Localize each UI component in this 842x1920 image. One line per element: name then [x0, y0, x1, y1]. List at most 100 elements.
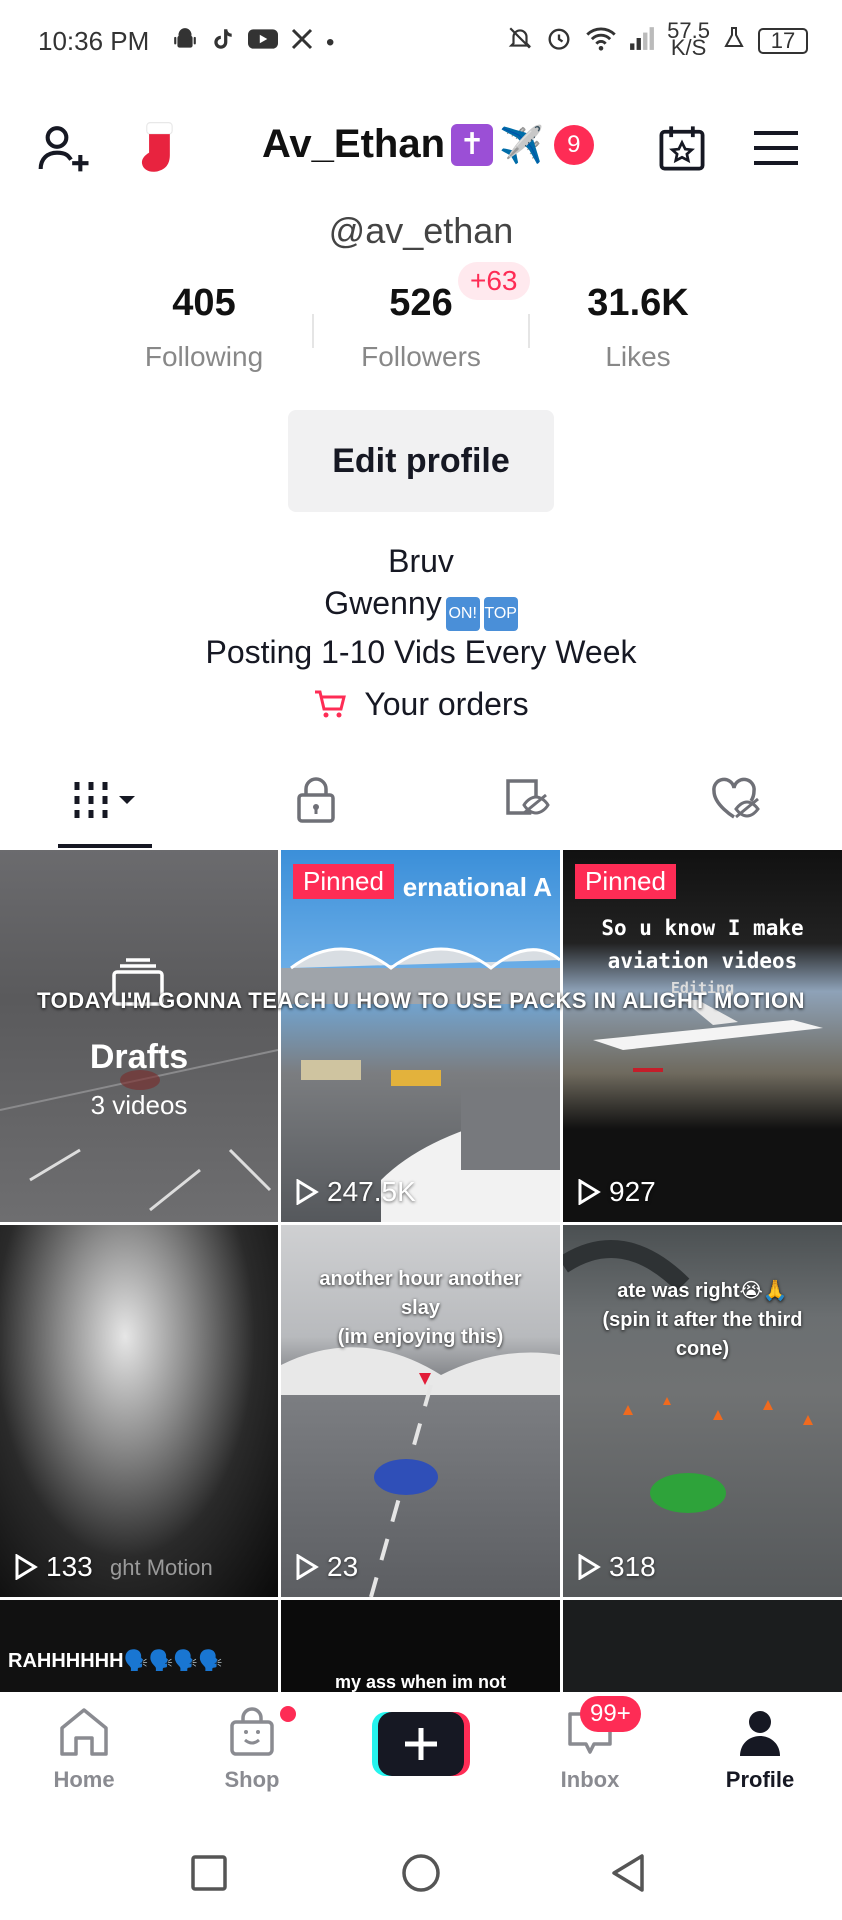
bio-line-2-text: Gwenny — [324, 585, 442, 621]
title-row: Av_Ethan ✝ ✈️ 9 — [262, 122, 594, 167]
profile-stats: 405 Following 526 Followers 31.6K Likes — [0, 282, 842, 392]
play-icon — [578, 1179, 601, 1205]
top-arrow-emoji: TOP — [483, 597, 518, 631]
video-tile-8[interactable] — [563, 1600, 842, 1692]
tile-4-caption-line-3: (im enjoying this) — [337, 1326, 504, 1348]
tile-3-views: 133 — [14, 1551, 93, 1583]
x-icon — [290, 27, 314, 59]
tile-5-views: 318 — [577, 1551, 656, 1583]
videos-grid-icon[interactable] — [66, 770, 146, 830]
likes-count: 31.6K — [587, 282, 689, 324]
video-tile-4[interactable]: another hour another slay (im enjoying t… — [281, 1225, 560, 1597]
profile-bio: Bruv Gwenny ON! TOP Posting 1-10 Vids Ever… — [0, 540, 842, 673]
android-icon — [172, 26, 198, 60]
status-bar: 10:36 PM • 57.5 K/S 17 — [0, 0, 842, 86]
profile-handle: @av_ethan — [328, 210, 514, 251]
stat-divider — [528, 314, 530, 348]
tile-2-caption-line-1: So u know I make — [601, 916, 804, 940]
notification-badge[interactable]: 9 — [553, 124, 594, 165]
edit-profile-button[interactable]: Edit profile — [288, 410, 554, 512]
shop-bag-icon — [230, 1707, 274, 1756]
nav-home[interactable]: Home — [24, 1706, 144, 1793]
tile-5-caption-line-2: (spin it after the third — [602, 1309, 803, 1331]
bio-line-1: Bruv — [388, 543, 454, 579]
android-nav-bar — [0, 1820, 842, 1920]
back-triangle-icon[interactable] — [608, 1852, 648, 1894]
tile-2-views: 927 — [577, 1176, 656, 1208]
calendar-star-icon[interactable] — [652, 118, 712, 178]
cart-icon — [313, 686, 356, 722]
video-tile-1[interactable]: ernational A Pinned 247.5K — [281, 850, 560, 1222]
create-post-button[interactable] — [372, 1712, 470, 1776]
tile-5-caption-line-3: cone) — [675, 1338, 730, 1360]
drafts-tile[interactable]: Drafts 3 videos — [0, 850, 278, 1222]
play-icon — [578, 1554, 601, 1580]
followers-delta-badge: +63 — [458, 262, 530, 300]
plus-icon — [372, 1712, 470, 1776]
tile-7-caption: my ass when im not — [334, 1672, 507, 1692]
tile-2-caption: So u know I make aviation videos Editing — [563, 912, 842, 998]
bottom-nav: Home Shop Inbox 99+ Profile — [0, 1692, 842, 1812]
home-circle-icon[interactable] — [400, 1852, 442, 1894]
airplane-emoji: ✈️ — [499, 123, 544, 165]
menu-icon[interactable] — [746, 118, 806, 178]
play-icon — [15, 1554, 38, 1580]
video-tile-2[interactable]: Pinned So u know I make aviation videos … — [563, 850, 842, 1222]
tile-1-views: 247.5K — [295, 1176, 416, 1208]
youtube-icon — [248, 26, 278, 60]
battery-icon: 17 — [758, 28, 808, 54]
net-speed: 57.5 K/S — [667, 20, 710, 60]
status-right-icons: 57.5 K/S 17 — [507, 20, 808, 60]
dot-icon: • — [326, 29, 335, 56]
tile-1-view-count: 247.5K — [327, 1176, 416, 1207]
inbox-badge: 99+ — [580, 1696, 641, 1732]
following-count: 405 — [172, 282, 236, 324]
active-tab-indicator — [58, 844, 152, 848]
pinned-badge: Pinned — [575, 864, 676, 899]
nav-profile[interactable]: Profile — [700, 1706, 820, 1793]
video-grid: Drafts 3 videos ernational A Pinned 247.… — [0, 850, 842, 1692]
alarm-icon — [545, 24, 573, 58]
tile-4-caption: another hour another slay (im enjoying t… — [281, 1265, 560, 1352]
bio-line-2: Gwenny ON! TOP — [0, 582, 842, 631]
tile-6-caption: RAHHHHHH🗣️🗣️🗣️🗣️ — [8, 1650, 224, 1672]
tile-5-view-count: 318 — [609, 1551, 656, 1582]
tile-2-caption-line-2: aviation videos — [607, 949, 798, 973]
bio-line-3: Posting 1-10 Vids Every Week — [205, 634, 637, 670]
battery-level: 17 — [770, 28, 796, 53]
your-orders-link[interactable]: Your orders — [0, 686, 842, 723]
tile-4-caption-line-1: another hour another — [319, 1268, 522, 1290]
profile-title: Av_Ethan — [262, 122, 446, 166]
play-icon — [296, 1554, 319, 1580]
drafts-title: Drafts — [89, 1038, 189, 1076]
add-friend-icon[interactable] — [34, 118, 94, 178]
net-speed-unit: K/S — [670, 35, 707, 60]
followers-label: Followers — [361, 341, 481, 372]
overlay-banner-text: TODAY I'M GONNA TEACH U HOW TO USE PACKS… — [37, 988, 805, 1013]
tile-3-watermark: ght Motion — [110, 1555, 213, 1580]
pinned-badge: Pinned — [293, 864, 394, 899]
tile-4-view-count: 23 — [327, 1551, 359, 1582]
recents-square-icon[interactable] — [190, 1854, 228, 1892]
private-lock-icon[interactable] — [276, 770, 356, 830]
reposts-icon[interactable] — [486, 770, 566, 830]
tile-3-view-count: 133 — [46, 1551, 93, 1582]
stocking-icon[interactable] — [126, 118, 186, 178]
video-tile-5[interactable]: ate was right😭🙏 (spin it after the third… — [563, 1225, 842, 1597]
following-stat[interactable]: 405 Following — [104, 282, 304, 373]
status-left-icons: • — [172, 26, 334, 60]
tile-4-views: 23 — [295, 1551, 358, 1583]
video-tile-3[interactable]: ght Motion 133 — [0, 1225, 278, 1597]
video-tile-7[interactable]: my ass when im not — [281, 1600, 560, 1692]
video-tile-6[interactable]: RAHHHHHH🗣️🗣️🗣️🗣️ — [0, 1600, 278, 1692]
orders-label: Your orders — [364, 686, 529, 722]
signal-icon — [629, 26, 655, 56]
play-icon — [296, 1179, 319, 1205]
home-icon — [60, 1708, 108, 1756]
liked-hidden-icon[interactable] — [696, 770, 776, 830]
likes-stat[interactable]: 31.6K Likes — [538, 282, 738, 373]
cross-emoji: ✝ — [451, 123, 494, 166]
tile-5-caption: ate was right😭🙏 (spin it after the third… — [563, 1277, 842, 1364]
shop-notification-dot — [280, 1706, 296, 1722]
profile-header: Av_Ethan ✝ ✈️ 9 — [0, 100, 842, 190]
